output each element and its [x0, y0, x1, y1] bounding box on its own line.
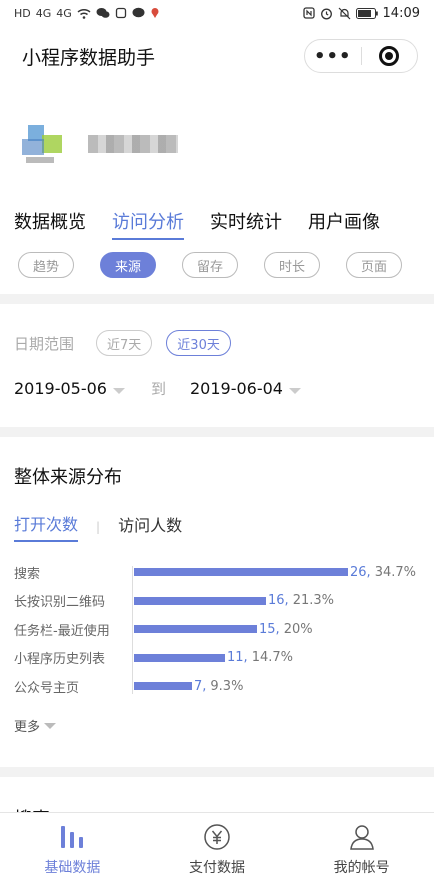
- start-date-picker[interactable]: 2019-05-06: [14, 379, 125, 398]
- more-label: 更多: [14, 720, 41, 735]
- bar-value-label: 16,: [268, 593, 289, 608]
- wifi-icon: [77, 8, 91, 19]
- location-icon: [151, 8, 159, 18]
- sub-tabs: 趋势 来源 留存 时长 页面: [0, 246, 434, 294]
- bar-category-label: 搜索: [14, 566, 41, 582]
- bottom-nav: 基础数据 支付数据 我的帐号: [0, 812, 434, 881]
- date-picker-row: 2019-05-06 到 2019-06-04: [14, 378, 420, 399]
- section-title: 整体来源分布: [14, 467, 122, 488]
- signal-2-indicator: 4G: [56, 6, 72, 20]
- bar-row: 公众号主页 7, 9.3%: [14, 676, 420, 696]
- metric-tabs: 打开次数 | 访问人数: [14, 511, 420, 542]
- bar: [134, 625, 257, 633]
- target-icon: [379, 46, 400, 66]
- status-time: 14:09: [382, 5, 420, 21]
- bar-category-label: 长按识别二维码: [14, 595, 106, 610]
- subtab-pages[interactable]: 页面: [346, 252, 402, 278]
- yen-circle-icon: [202, 821, 232, 851]
- metric-tab-opens[interactable]: 打开次数: [14, 511, 79, 542]
- notification-icon: [115, 7, 126, 19]
- nav-basic-data[interactable]: 基础数据: [0, 813, 145, 881]
- last-7-days-chip[interactable]: 近7天: [96, 330, 153, 356]
- tab-visit-analysis[interactable]: 访问分析: [112, 208, 184, 240]
- bar-percent-label: 34.7%: [374, 564, 416, 580]
- nfc-icon: [302, 7, 315, 19]
- page-title: 小程序数据助手: [22, 46, 156, 69]
- end-date-value: 2019-06-04: [190, 379, 283, 398]
- battery-icon: [355, 7, 378, 19]
- signal-1-indicator: 4G: [35, 6, 52, 20]
- subtab-source[interactable]: 来源: [100, 252, 156, 278]
- to-label: 到: [150, 380, 166, 398]
- subtab-retention[interactable]: 留存: [182, 252, 238, 278]
- status-right: 14:09: [302, 5, 420, 21]
- bar-percent-label: 20%: [283, 621, 313, 637]
- status-left: HD 4G 4G: [14, 7, 160, 20]
- overview-card: 数据概览 访问分析 实时统计 用户画像 趋势 来源 留存 时长 页面: [0, 86, 434, 294]
- bar: [134, 682, 192, 690]
- bar-chart-icon: [57, 821, 87, 851]
- nav-payment-data-label: 支付数据: [189, 860, 245, 876]
- bar-value-label: 11,: [227, 650, 248, 665]
- bar-percent-label: 14.7%: [251, 650, 293, 665]
- bar: [134, 568, 348, 576]
- date-range-card: 日期范围 近7天 近30天 2019-05-06 到 2019-06-04: [0, 304, 434, 427]
- source-distribution-card: 整体来源分布 打开次数 | 访问人数 搜索 26, 34.7% 长按识别二维码 16, 2…: [0, 437, 434, 767]
- start-date-value: 2019-05-06: [14, 379, 107, 398]
- hd-indicator: HD: [14, 6, 31, 20]
- bar-row: 任务栏-最近使用 15, 20%: [14, 619, 420, 639]
- bar-category-label: 小程序历史列表: [14, 652, 106, 667]
- message-icon: [132, 7, 145, 18]
- bar-value-label: 26,: [350, 564, 371, 580]
- last-30-days-chip[interactable]: 近30天: [166, 330, 231, 356]
- bar-value-label: 7,: [194, 678, 207, 694]
- date-range-row: 日期范围 近7天 近30天: [14, 330, 420, 356]
- app-info: [0, 100, 434, 188]
- bar-category-label: 任务栏-最近使用: [14, 623, 110, 639]
- source-bar-chart: 搜索 26, 34.7% 长按识别二维码 16, 21.3% 任务栏-最近使用 15, 20% 小…: [14, 560, 420, 700]
- subtab-duration[interactable]: 时长: [264, 252, 320, 278]
- wechat-icon: [96, 8, 110, 18]
- mini-program-capsule: •••: [304, 39, 418, 73]
- bar-percent-label: 9.3%: [210, 678, 244, 694]
- subtab-trend[interactable]: 趋势: [18, 252, 74, 278]
- end-date-picker[interactable]: 2019-06-04: [190, 379, 301, 398]
- bar-value-label: 15,: [259, 621, 280, 637]
- alarm-icon: [320, 8, 332, 19]
- bar-category-label: 公众号主页: [14, 680, 80, 696]
- nav-my-account-label: 我的帐号: [333, 860, 390, 876]
- more-button[interactable]: 更多: [14, 716, 420, 735]
- app-name-redacted: [88, 135, 178, 153]
- mute-icon: [338, 7, 350, 19]
- app-logo: [22, 121, 68, 167]
- date-range-label: 日期范围: [14, 334, 75, 353]
- bar-row: 搜索 26, 34.7%: [14, 562, 420, 582]
- chevron-down-icon: [288, 388, 301, 394]
- nav-my-account[interactable]: 我的帐号: [289, 813, 434, 881]
- bar-row: 长按识别二维码 16, 21.3%: [14, 591, 420, 611]
- bar: [134, 596, 266, 605]
- tab-user-portrait[interactable]: 用户画像: [308, 208, 380, 240]
- title-bar: 小程序数据助手 •••: [0, 26, 434, 86]
- chevron-down-icon: [112, 388, 125, 394]
- chevron-down-icon: [44, 722, 57, 729]
- bar-percent-label: 21.3%: [292, 593, 334, 608]
- tab-realtime-stats[interactable]: 实时统计: [210, 208, 282, 240]
- nav-basic-data-label: 基础数据: [44, 860, 101, 876]
- main-tabs: 数据概览 访问分析 实时统计 用户画像: [0, 192, 434, 246]
- close-mini-program-button[interactable]: [362, 40, 418, 72]
- bar: [134, 653, 225, 662]
- metric-tab-visitors[interactable]: 访问人数: [118, 512, 182, 541]
- status-bar: HD 4G 4G 14:09: [0, 0, 434, 26]
- more-dots-icon: •••: [313, 45, 352, 67]
- metric-divider: |: [96, 519, 101, 534]
- more-menu-button[interactable]: •••: [305, 40, 361, 72]
- bar-row: 小程序历史列表 11, 14.7%: [14, 648, 420, 668]
- user-icon: [347, 821, 377, 851]
- tab-data-overview[interactable]: 数据概览: [14, 208, 86, 240]
- nav-payment-data[interactable]: 支付数据: [145, 813, 290, 881]
